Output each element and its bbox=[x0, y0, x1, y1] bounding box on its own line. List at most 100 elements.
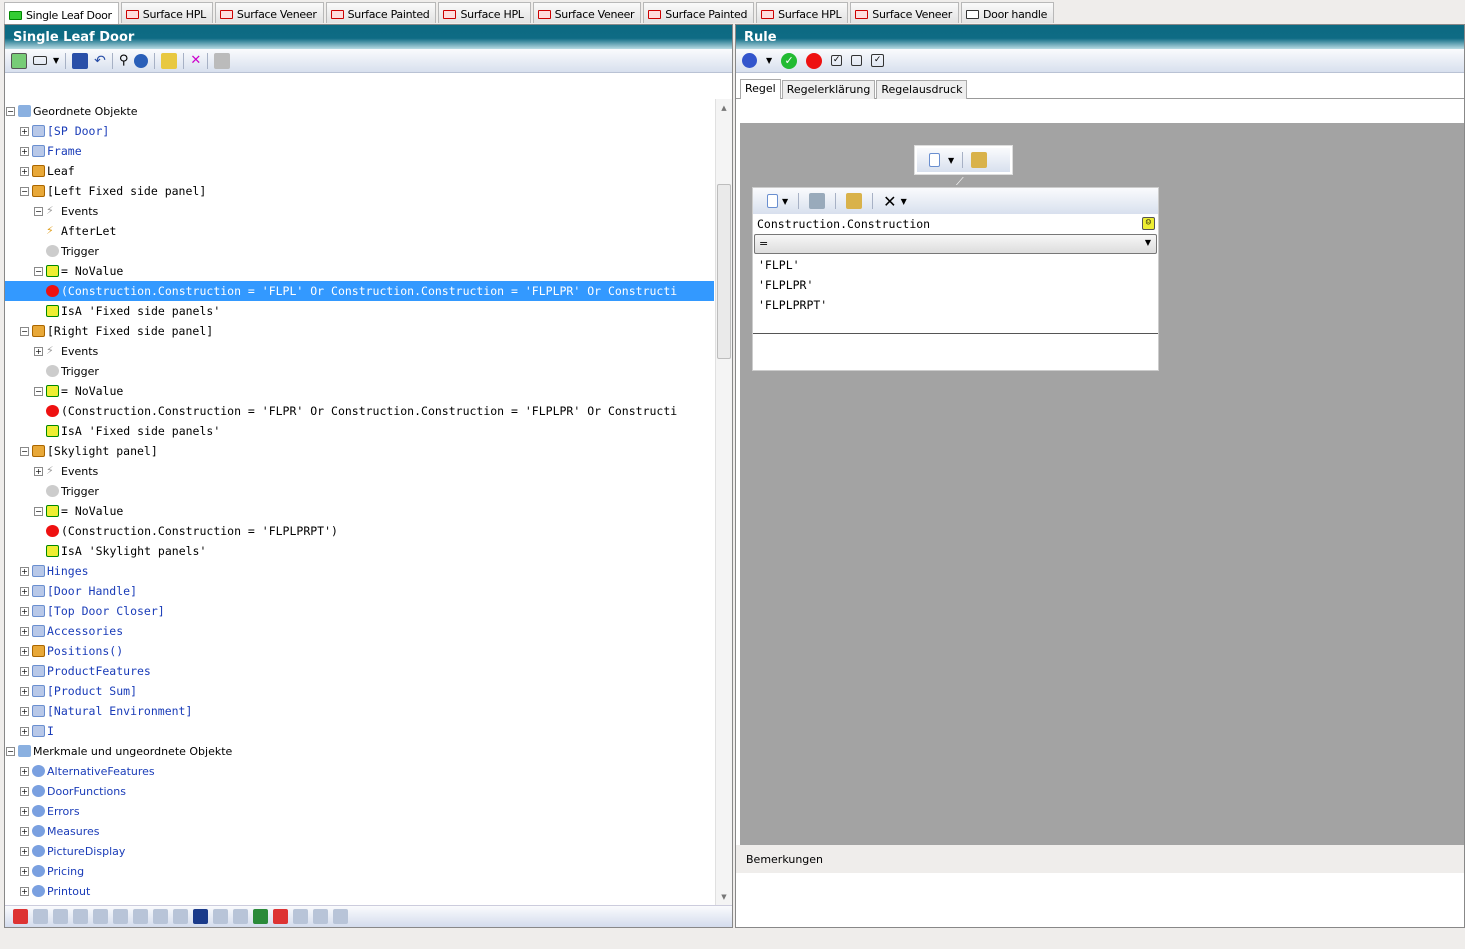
expand-icon[interactable]: + bbox=[20, 687, 29, 696]
tree-node[interactable]: IsA 'Skylight panels' bbox=[5, 541, 714, 561]
tree-node[interactable]: − = NoValue bbox=[5, 381, 714, 401]
folder-image-icon[interactable] bbox=[233, 909, 248, 924]
remove-object-icon[interactable] bbox=[13, 909, 28, 924]
remarks-input[interactable] bbox=[736, 873, 1464, 927]
scroll-down-icon[interactable]: ▼ bbox=[716, 893, 732, 901]
debug-icon[interactable] bbox=[742, 53, 757, 68]
chevron-down-icon[interactable]: ▼ bbox=[1145, 238, 1151, 247]
expand-icon[interactable]: + bbox=[20, 767, 29, 776]
tree-node[interactable]: + ⚡ Events bbox=[5, 461, 714, 481]
disabled-link-icon[interactable] bbox=[33, 909, 48, 924]
tree-node[interactable]: + [Product Sum] bbox=[5, 681, 714, 701]
tree-node[interactable]: − = NoValue bbox=[5, 501, 714, 521]
sync-icon[interactable] bbox=[11, 52, 27, 69]
folder-arch-icon[interactable] bbox=[313, 909, 328, 924]
paste-icon[interactable] bbox=[846, 193, 863, 209]
tree-node[interactable]: + [Door Handle] bbox=[5, 581, 714, 601]
collapse-icon[interactable]: − bbox=[6, 747, 15, 756]
tab-surface-hpl[interactable]: Surface HPL bbox=[756, 2, 849, 23]
features-list-icon[interactable] bbox=[173, 909, 188, 924]
tab-surface-hpl[interactable]: Surface HPL bbox=[120, 2, 213, 23]
folder-doc-icon[interactable] bbox=[293, 909, 308, 924]
tab-surface-veneer[interactable]: Surface Veneer bbox=[850, 2, 959, 23]
checkbox-empty-icon[interactable] bbox=[851, 55, 863, 66]
scroll-up-icon[interactable]: ▲ bbox=[716, 104, 732, 112]
tree-node[interactable]: − Geordnete Objekte bbox=[5, 101, 714, 121]
tree-node[interactable]: + I bbox=[5, 721, 714, 741]
expand-icon[interactable]: + bbox=[20, 867, 29, 876]
expand-icon[interactable]: + bbox=[20, 667, 29, 676]
new-icon[interactable] bbox=[929, 153, 940, 167]
save-icon[interactable] bbox=[72, 52, 89, 69]
tree-node[interactable]: + Frame bbox=[5, 141, 714, 161]
copy-objects-icon[interactable] bbox=[93, 909, 108, 924]
features-icon[interactable] bbox=[113, 909, 128, 924]
tree-node[interactable]: + Measures bbox=[5, 821, 714, 841]
copy-icon[interactable] bbox=[809, 193, 826, 209]
tree-node[interactable]: + [Top Door Closer] bbox=[5, 601, 714, 621]
chevron-down-icon[interactable]: ▼ bbox=[53, 56, 59, 65]
chevron-down-icon[interactable]: ▼ bbox=[782, 197, 788, 206]
attribute-field[interactable]: Construction.Construction ☺ bbox=[753, 214, 1158, 234]
tab-regel[interactable]: Regel bbox=[740, 79, 781, 99]
find-icon[interactable]: ⚲ bbox=[119, 53, 129, 68]
checkbox-checked-icon[interactable]: ✓ bbox=[831, 55, 843, 66]
expand-icon[interactable]: + bbox=[20, 707, 29, 716]
tree-node[interactable]: + Errors bbox=[5, 801, 714, 821]
scroll-thumb[interactable] bbox=[717, 184, 731, 359]
object-settings-icon[interactable] bbox=[53, 909, 68, 924]
tree-node[interactable]: ⚡ AfterLet bbox=[5, 221, 714, 241]
value-item[interactable]: 'FLPL' bbox=[753, 254, 1158, 274]
delete-link-icon[interactable]: ✕ bbox=[190, 53, 201, 68]
tree-node[interactable]: − Merkmale und ungeordnete Objekte bbox=[5, 741, 714, 761]
view-icon[interactable] bbox=[33, 56, 47, 65]
expand-icon[interactable]: + bbox=[20, 787, 29, 796]
collapse-icon[interactable]: − bbox=[20, 187, 29, 196]
expand-icon[interactable]: + bbox=[20, 127, 29, 136]
checkbox-mixed-icon[interactable]: ✓ bbox=[871, 54, 885, 67]
print-icon[interactable] bbox=[214, 52, 231, 69]
collapse-icon[interactable]: − bbox=[20, 447, 29, 456]
collapse-icon[interactable]: − bbox=[34, 387, 43, 396]
tree-node[interactable]: Trigger bbox=[5, 481, 714, 501]
folder-view-icon[interactable] bbox=[213, 909, 228, 924]
values-list[interactable]: 'FLPL' 'FLPLPR' 'FLPLPRPT' bbox=[753, 254, 1158, 334]
tree-node[interactable]: + Positions() bbox=[5, 641, 714, 661]
tree-node[interactable]: + DoorFunctions bbox=[5, 781, 714, 801]
tree-node[interactable]: + Printout bbox=[5, 881, 714, 901]
tree-node[interactable]: Trigger bbox=[5, 361, 714, 381]
collapse-icon[interactable]: − bbox=[34, 267, 43, 276]
expand-icon[interactable]: + bbox=[34, 467, 43, 476]
tab-surface-veneer[interactable]: Surface Veneer bbox=[532, 2, 642, 23]
tree-node[interactable]: (Construction.Construction = 'FLPL' Or C… bbox=[5, 281, 714, 301]
undo-icon[interactable]: ↶ bbox=[94, 53, 106, 69]
expand-icon[interactable]: + bbox=[20, 647, 29, 656]
tab-surface-painted[interactable]: Surface Painted bbox=[643, 2, 755, 23]
tree-node[interactable]: + Leaf bbox=[5, 161, 714, 181]
link-objects-icon[interactable] bbox=[153, 909, 168, 924]
dollar-icon[interactable] bbox=[134, 53, 149, 68]
chevron-down-icon[interactable]: ▼ bbox=[766, 56, 772, 65]
expand-icon[interactable]: + bbox=[20, 807, 29, 816]
expand-icon[interactable]: + bbox=[20, 147, 29, 156]
valid-check-icon[interactable]: ✓ bbox=[781, 52, 798, 69]
expand-icon[interactable]: + bbox=[20, 887, 29, 896]
value-item[interactable]: 'FLPLPR' bbox=[753, 274, 1158, 294]
tree-node[interactable]: IsA 'Fixed side panels' bbox=[5, 301, 714, 321]
tree-node[interactable]: − [Skylight panel] bbox=[5, 441, 714, 461]
import-icon[interactable] bbox=[161, 52, 178, 69]
operator-select[interactable]: = ▼ bbox=[754, 234, 1157, 254]
expand-icon[interactable]: + bbox=[20, 607, 29, 616]
new-icon[interactable] bbox=[767, 194, 778, 208]
delete-icon[interactable]: ✕ bbox=[883, 192, 896, 211]
tree-node[interactable]: + [Natural Environment] bbox=[5, 701, 714, 721]
expand-icon[interactable]: + bbox=[34, 347, 43, 356]
expand-icon[interactable]: + bbox=[20, 587, 29, 596]
smiley-icon[interactable]: ☺ bbox=[1142, 217, 1155, 230]
expand-icon[interactable]: + bbox=[20, 847, 29, 856]
tree-node[interactable]: − ⚡ Events bbox=[5, 201, 714, 221]
tree-node[interactable]: + ProductFeatures bbox=[5, 661, 714, 681]
expand-icon[interactable]: + bbox=[20, 827, 29, 836]
tree-node[interactable]: + Accessories bbox=[5, 621, 714, 641]
collapse-icon[interactable]: − bbox=[20, 327, 29, 336]
